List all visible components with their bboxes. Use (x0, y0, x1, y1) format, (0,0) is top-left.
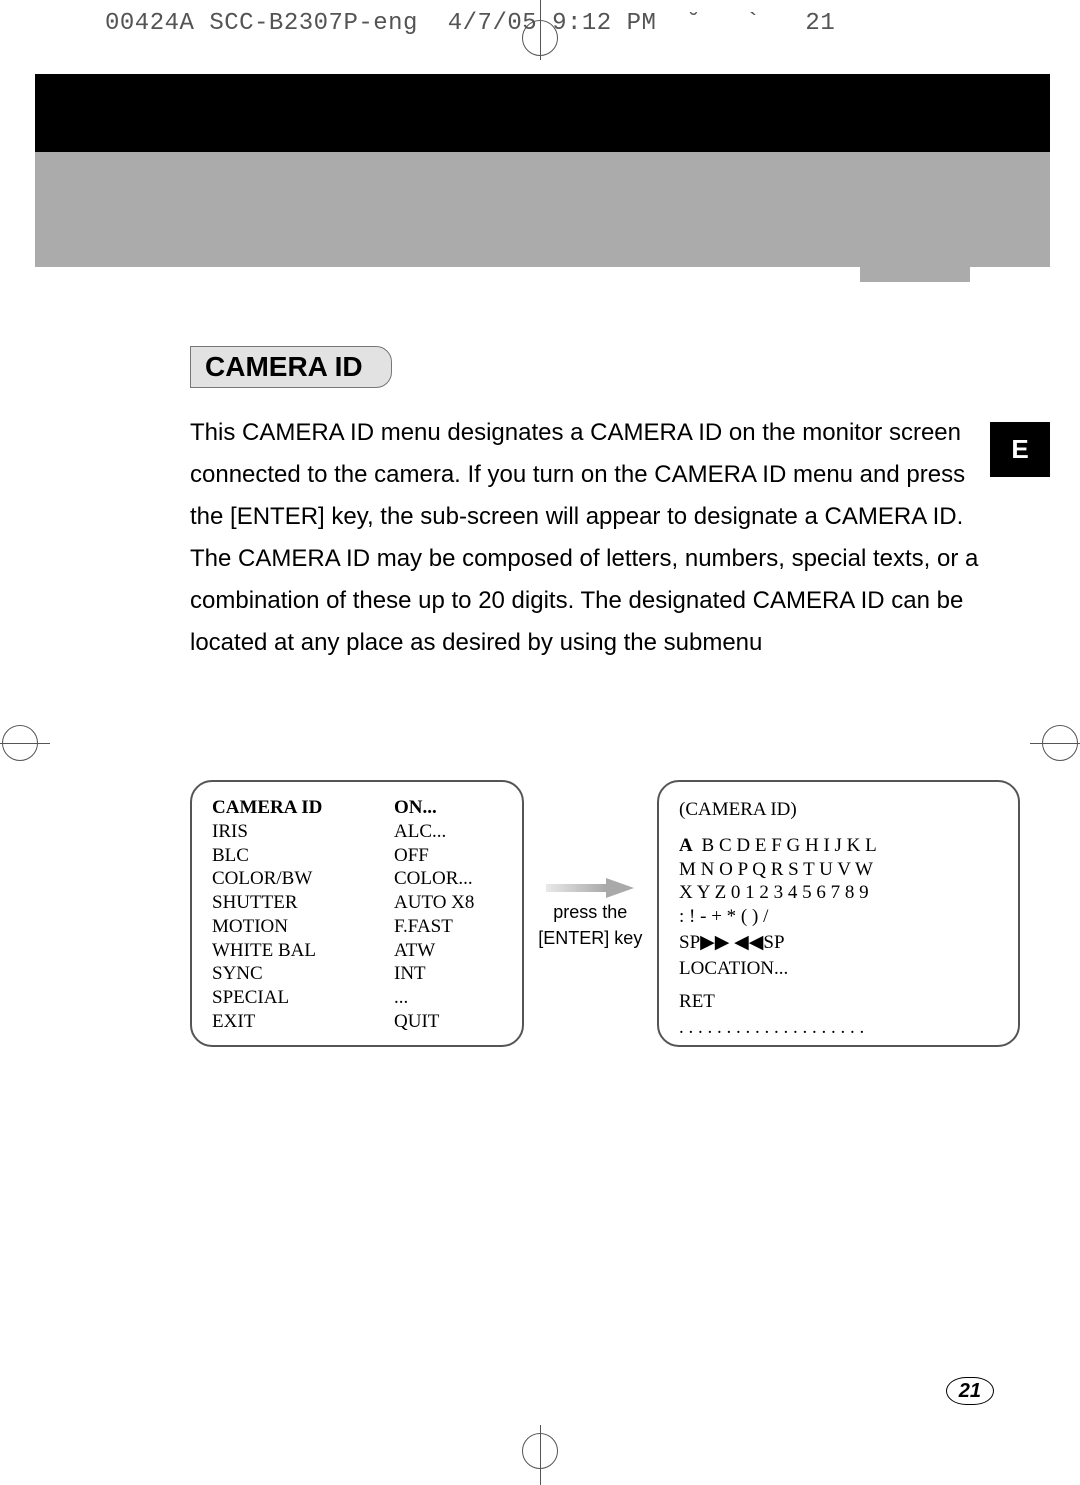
rewind-icon: ◀◀ (734, 932, 763, 953)
main-menu-panel: CAMERA IDON... IRISALC... BLCOFF COLOR/B… (190, 780, 524, 1047)
char-row: M N O P Q R S T U V W (679, 858, 1002, 882)
arrow-caption-1: press the (553, 902, 627, 924)
registration-mark-bottom (510, 1425, 570, 1485)
registration-mark-left (0, 713, 50, 773)
registration-mark-top (510, 0, 570, 60)
menu-row: EXITQUIT (212, 1010, 506, 1034)
menu-row: WHITE BALATW (212, 939, 506, 963)
body-paragraph: This CAMERA ID menu designates a CAMERA … (190, 412, 980, 664)
section-heading: CAMERA ID (205, 351, 363, 382)
menu-row: CAMERA IDON... (212, 796, 506, 820)
menu-row: SPECIAL... (212, 986, 506, 1010)
menu-row: IRISALC... (212, 820, 506, 844)
registration-mark-right (1030, 713, 1080, 773)
char-row: : ! - + * ( ) / (679, 905, 1002, 929)
menu-row: SHUTTERAUTO X8 (212, 891, 506, 915)
arrow-icon (546, 878, 634, 898)
menu-row: SYNCINT (212, 962, 506, 986)
char-row: A B C D E F G H I J K L (679, 834, 1002, 858)
header-black-band (35, 74, 1050, 152)
sp-row: SP▶▶ ◀◀SP (679, 931, 1002, 955)
location-row: LOCATION... (679, 957, 1002, 981)
arrow-caption-2: [ENTER] key (538, 928, 642, 950)
arrow-block: press the [ENTER] key (532, 878, 649, 949)
sub-panel-title: (CAMERA ID) (679, 798, 1002, 822)
ret-row: RET (679, 990, 1002, 1014)
menu-row: COLOR/BWCOLOR... (212, 867, 506, 891)
page-number: 21 (946, 1377, 994, 1405)
dots-row: . . . . . . . . . . . . . . . . . . . . (679, 1016, 1002, 1040)
menu-row: BLCOFF (212, 844, 506, 868)
header-gray-band (35, 152, 1050, 267)
char-row: X Y Z 0 1 2 3 4 5 6 7 8 9 (679, 881, 1002, 905)
camera-id-sub-panel: (CAMERA ID) A B C D E F G H I J K L M N … (657, 780, 1020, 1047)
section-heading-pill: CAMERA ID (190, 346, 392, 388)
print-job-header: 00424A SCC-B2307P-eng 4/7/05 9:12 PM ˘ `… (105, 10, 835, 37)
menu-diagram: CAMERA IDON... IRISALC... BLCOFF COLOR/B… (190, 780, 1020, 1047)
header-gray-tab (860, 252, 970, 282)
language-tab: E (990, 422, 1050, 477)
menu-row: MOTIONF.FAST (212, 915, 506, 939)
fast-forward-icon: ▶▶ (700, 932, 729, 953)
